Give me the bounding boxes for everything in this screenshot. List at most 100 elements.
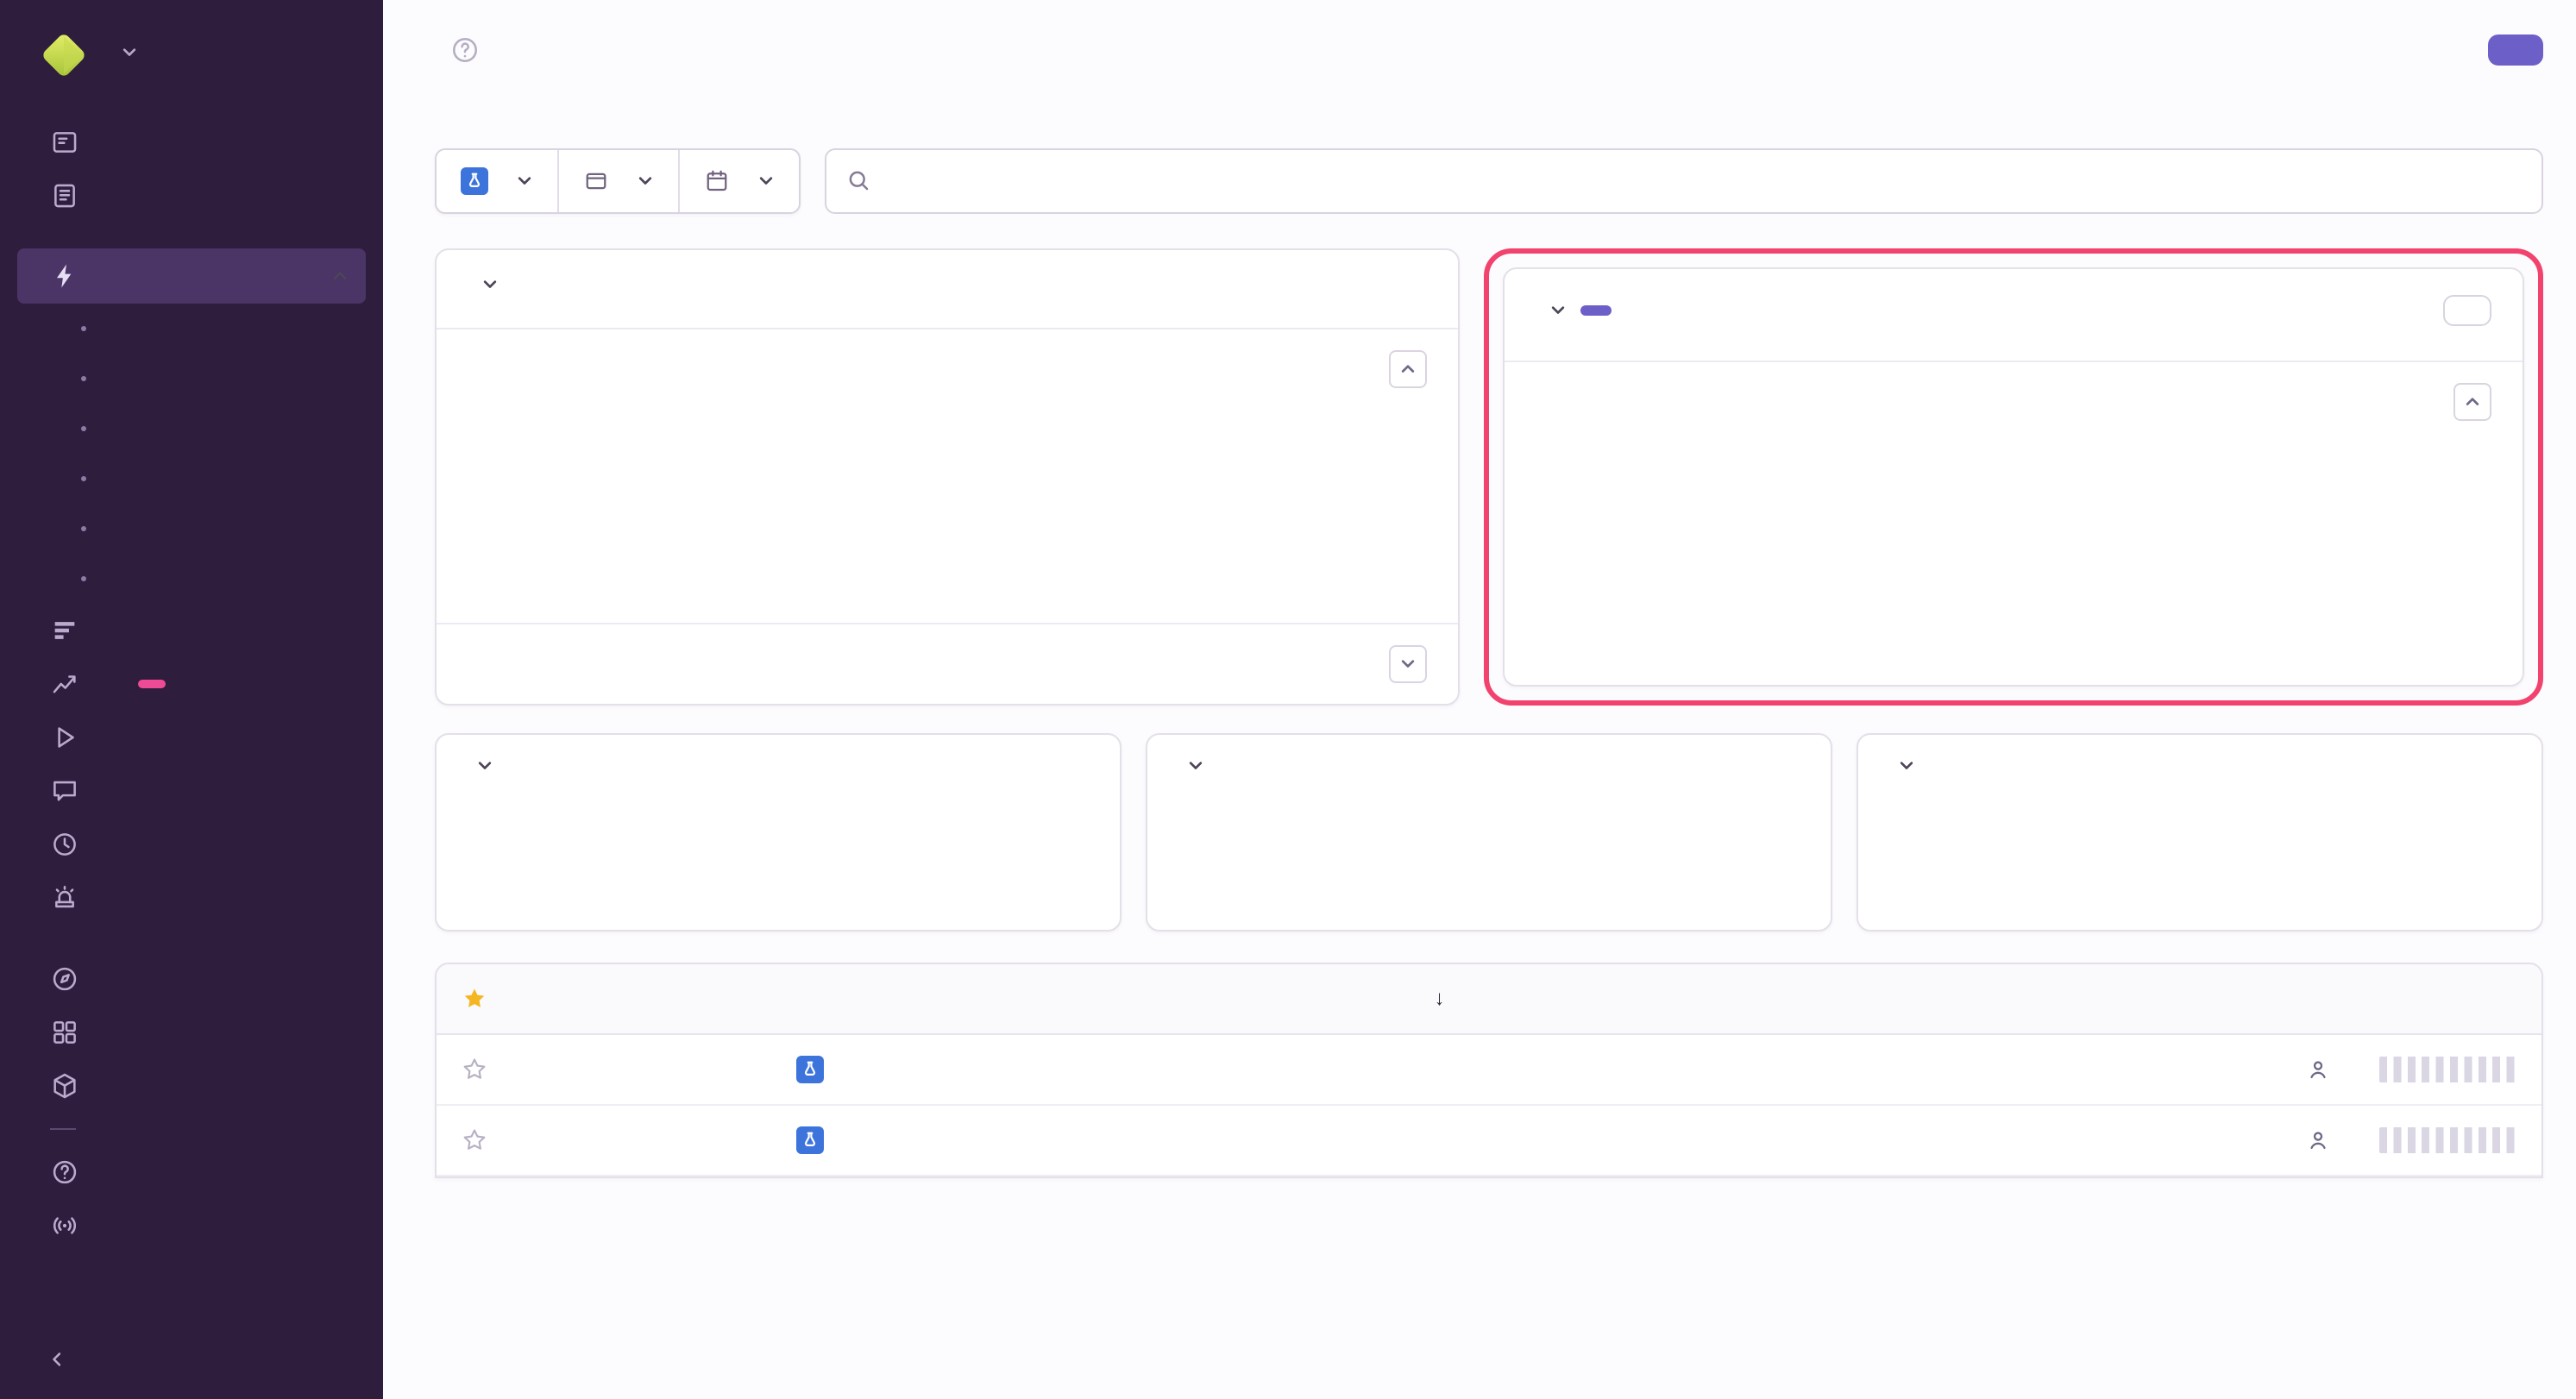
sidebar-item-crons[interactable]	[0, 818, 383, 871]
user-feedback-icon	[50, 776, 79, 806]
chevron-down-icon[interactable]	[476, 757, 493, 775]
time-consuming-domains-chart	[1605, 452, 2491, 631]
sidebar-item-releases[interactable]	[0, 1059, 383, 1113]
y-axis-labels	[454, 419, 523, 599]
user-misery-bar	[2379, 1127, 2521, 1153]
filter-bar	[435, 148, 2543, 214]
chevron-up-icon	[2464, 393, 2481, 411]
main-content: ↓	[383, 0, 2576, 1399]
sidebar-item-help[interactable]	[0, 1145, 383, 1199]
org-logo	[35, 26, 93, 85]
star-column-header[interactable]	[437, 964, 512, 1033]
sidebar	[0, 0, 383, 1399]
dashboards-icon	[50, 1018, 79, 1047]
sidebar-collapse-button[interactable]	[0, 1323, 383, 1399]
calendar-icon	[704, 168, 730, 194]
chevron-down-icon	[757, 173, 775, 190]
new-badge	[1580, 305, 1612, 316]
sidebar-item-dashboards[interactable]	[0, 1006, 383, 1059]
failure-rate-card	[1146, 733, 1832, 932]
date-range-filter[interactable]	[678, 150, 799, 212]
view-trends-button[interactable]	[2488, 35, 2543, 66]
p95-cell	[1651, 1049, 1833, 1090]
sidebar-item-requests[interactable]	[0, 354, 383, 404]
apdex-cell	[2042, 1120, 2206, 1161]
sidebar-item-screen-loads[interactable]	[0, 454, 383, 504]
highlight-ring	[1484, 248, 2543, 706]
tpm-cell	[1288, 1049, 1466, 1090]
collapse-toggle-button[interactable]	[2453, 383, 2491, 421]
chart-area	[1886, 785, 2514, 906]
sidebar-item-metrics[interactable]	[0, 657, 383, 711]
sidebar-item-web-vitals[interactable]	[0, 404, 383, 454]
chevron-up-icon	[1399, 361, 1417, 378]
p50-duration-card	[1857, 733, 2543, 932]
question-circle-icon[interactable]	[450, 35, 480, 65]
column-header-apdex[interactable]	[2042, 976, 2206, 1021]
chart-area	[437, 409, 1458, 623]
collapse-toggle-button[interactable]	[1389, 350, 1427, 388]
search-input[interactable]	[825, 148, 2543, 214]
time-consuming-domains-panel	[1503, 267, 2524, 687]
sidebar-item-profiling[interactable]	[0, 604, 383, 657]
column-header-http-method[interactable]	[1097, 976, 1288, 1021]
user-icon	[2306, 1057, 2330, 1082]
beta-badge	[138, 680, 166, 688]
environment-filter[interactable]	[557, 150, 678, 212]
column-header-project[interactable]	[776, 976, 925, 1021]
column-header-user-misery[interactable]	[2351, 976, 2541, 1021]
sidebar-item-whats-new[interactable]	[0, 1199, 383, 1252]
sidebar-item-resources[interactable]	[0, 554, 383, 604]
p50-cell	[1466, 1049, 1651, 1090]
y-axis-labels	[1886, 806, 1948, 906]
column-header-transaction[interactable]	[512, 976, 776, 1021]
chevron-down-icon[interactable]	[1187, 757, 1204, 775]
sidebar-item-replays[interactable]	[0, 711, 383, 764]
transactions-per-minute-card	[435, 733, 1122, 932]
collapse-icon	[45, 1347, 69, 1371]
chevron-down-icon[interactable]	[1898, 757, 1915, 775]
search-icon	[845, 167, 871, 193]
chevron-down-icon[interactable]	[481, 276, 499, 293]
column-header-operation[interactable]	[925, 976, 1097, 1021]
star-toggle[interactable]	[437, 1106, 512, 1175]
sidebar-item-queries[interactable]	[0, 304, 383, 354]
star-outline-icon	[461, 1126, 488, 1154]
star-outline-icon	[461, 1056, 488, 1083]
p95-cell	[1651, 1120, 1833, 1161]
metric-cards	[435, 733, 2543, 932]
crons-icon	[50, 830, 79, 859]
panel-header	[1505, 269, 2523, 362]
column-header-p95[interactable]	[1651, 976, 1833, 1021]
sidebar-item-user-feedback[interactable]	[0, 764, 383, 818]
apdex-cell	[2042, 1049, 2206, 1090]
column-header-users[interactable]	[2205, 976, 2350, 1021]
sidebar-item-projects[interactable]	[0, 169, 383, 223]
sidebar-item-discover[interactable]	[0, 952, 383, 1006]
users-cell	[2205, 1107, 2350, 1173]
transactions-table: ↓	[435, 963, 2543, 1178]
org-switcher[interactable]	[0, 0, 383, 105]
tpm-cell	[1288, 1120, 1466, 1161]
window-icon	[583, 168, 609, 194]
view-all-button[interactable]	[2443, 295, 2491, 326]
lightning-icon	[50, 261, 79, 291]
sidebar-item-alerts[interactable]	[0, 871, 383, 925]
expand-toggle-button[interactable]	[1389, 645, 1427, 683]
project-filter[interactable]	[437, 150, 557, 212]
sidebar-item-app-starts[interactable]	[0, 504, 383, 554]
column-header-failure-rate[interactable]	[1833, 976, 2042, 1021]
sidebar-nav	[0, 105, 383, 1323]
star-icon	[461, 985, 488, 1013]
column-header-tpm[interactable]: ↓	[1288, 964, 1466, 1033]
sidebar-item-performance[interactable]	[17, 248, 366, 304]
chevron-down-icon	[121, 44, 138, 61]
star-toggle[interactable]	[437, 1035, 512, 1104]
bullet-dot	[81, 426, 86, 431]
domain-list-item	[1505, 362, 2523, 442]
sort-desc-icon: ↓	[1434, 987, 1445, 1011]
failure-rate-cell	[1833, 1049, 2042, 1090]
chevron-down-icon[interactable]	[1549, 302, 1567, 319]
column-header-p50[interactable]	[1466, 976, 1651, 1021]
sidebar-item-issues[interactable]	[0, 116, 383, 169]
